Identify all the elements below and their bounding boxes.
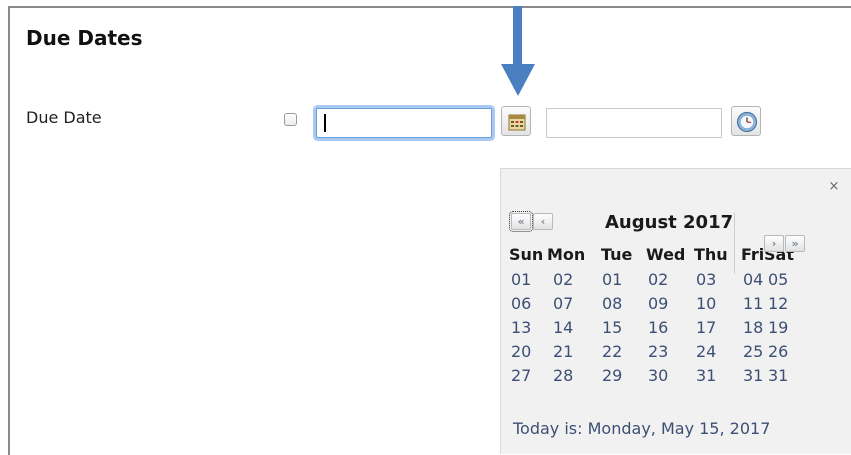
calendar-day[interactable]: 23 <box>648 342 668 361</box>
today-label[interactable]: Today is: Monday, May 15, 2017 <box>513 419 770 438</box>
calendar-day[interactable]: 12 <box>768 294 788 313</box>
calendar-day[interactable]: 08 <box>602 294 622 313</box>
calendar-day[interactable]: 29 <box>602 366 622 385</box>
calendar-popup: × « ‹ August 2017 Sun Mon Tue Wed Thu Fr… <box>500 168 851 454</box>
time-picker-button[interactable] <box>731 106 761 136</box>
calendar-day[interactable]: 16 <box>648 318 668 337</box>
calendar-day[interactable]: 31 <box>696 366 716 385</box>
calendar-day[interactable]: 19 <box>768 318 788 337</box>
calendar-day[interactable]: 09 <box>648 294 668 313</box>
calendar-day[interactable]: 15 <box>602 318 622 337</box>
arrow-down-icon <box>501 6 535 96</box>
calendar-day[interactable]: 30 <box>648 366 668 385</box>
next-month-button[interactable]: › <box>764 235 784 252</box>
calendar-day[interactable]: 17 <box>696 318 716 337</box>
calendar-day[interactable]: 26 <box>768 342 788 361</box>
calendar-day[interactable]: 31 <box>768 366 788 385</box>
weekday-header: Mon <box>547 245 586 264</box>
close-icon[interactable]: × <box>827 180 841 194</box>
calendar-day[interactable]: 04 <box>743 270 763 289</box>
weekday-header: Sun <box>509 245 544 264</box>
weekday-header: Tue <box>601 245 633 264</box>
next-year-button[interactable]: » <box>785 235 805 252</box>
calendar-month-title: August 2017 <box>605 212 734 233</box>
calendar-day[interactable]: 20 <box>511 342 531 361</box>
calendar-day[interactable]: 03 <box>696 270 716 289</box>
weekday-header: Fri <box>741 245 765 264</box>
calendar-day[interactable]: 21 <box>553 342 573 361</box>
calendar-day[interactable]: 02 <box>553 270 573 289</box>
calendar-day[interactable]: 02 <box>648 270 668 289</box>
weekday-header: Thu <box>694 245 728 264</box>
calendar-day[interactable]: 24 <box>696 342 716 361</box>
calendar-day[interactable]: 14 <box>553 318 573 337</box>
calendar-icon <box>508 114 526 131</box>
calendar-day[interactable]: 18 <box>743 318 763 337</box>
calendar-day[interactable]: 10 <box>696 294 716 313</box>
weekday-header: Wed <box>646 245 686 264</box>
text-caret <box>324 114 326 132</box>
due-date-label: Due Date <box>26 108 102 127</box>
due-date-checkbox[interactable] <box>284 113 297 126</box>
prev-year-button[interactable]: « <box>509 211 533 232</box>
calendar-picker-button[interactable] <box>501 106 531 136</box>
calendar-day[interactable]: 01 <box>511 270 531 289</box>
calendar-day[interactable]: 25 <box>743 342 763 361</box>
clock-icon <box>736 111 758 133</box>
column-divider <box>734 212 735 274</box>
calendar-day[interactable]: 13 <box>511 318 531 337</box>
section-title: Due Dates <box>26 26 143 50</box>
calendar-day[interactable]: 28 <box>553 366 573 385</box>
date-input[interactable] <box>316 108 492 138</box>
calendar-day[interactable]: 11 <box>743 294 763 313</box>
calendar-day[interactable]: 05 <box>768 270 788 289</box>
time-input[interactable] <box>546 108 722 138</box>
calendar-day[interactable]: 31 <box>743 366 763 385</box>
calendar-day[interactable]: 27 <box>511 366 531 385</box>
calendar-day[interactable]: 01 <box>602 270 622 289</box>
calendar-day[interactable]: 06 <box>511 294 531 313</box>
prev-month-button[interactable]: ‹ <box>533 213 553 230</box>
calendar-day[interactable]: 07 <box>553 294 573 313</box>
calendar-day[interactable]: 22 <box>602 342 622 361</box>
